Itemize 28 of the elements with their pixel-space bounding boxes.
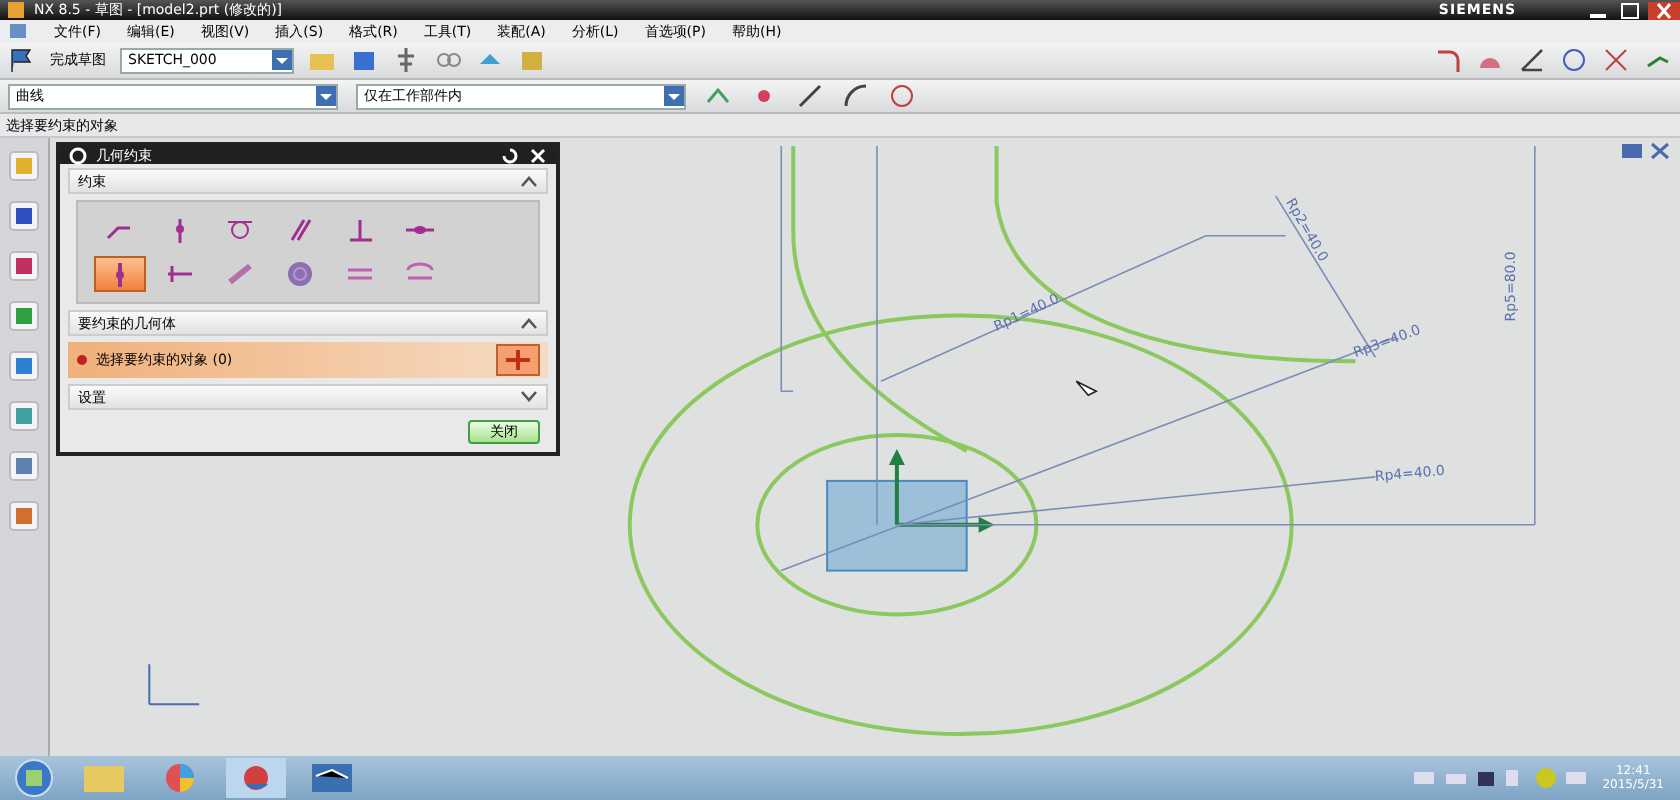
select-object-button[interactable] [496,344,540,376]
close-icon[interactable] [1648,1,1680,19]
datum-plane [826,479,968,572]
dropdown-icon[interactable] [664,86,684,106]
vertical-constraint-button[interactable] [94,256,146,292]
gear-icon [68,145,88,165]
axis-triad [888,449,995,533]
trim-icon[interactable] [1602,46,1630,74]
concentric-icon [282,258,318,290]
line-icon[interactable] [796,82,824,110]
reset-icon[interactable] [500,145,520,165]
dropdown-icon[interactable] [272,50,292,70]
collapse-icon[interactable] [520,316,538,330]
point-on-curve-icon [174,217,186,243]
circle-icon[interactable] [888,82,916,110]
collinear-icon [222,258,258,290]
collapse-icon[interactable] [520,174,538,188]
maximize-icon[interactable] [1616,1,1644,19]
window-restore-icon[interactable] [1620,142,1644,160]
axis-indicator-icon [148,663,201,706]
fillet-icon[interactable] [1434,46,1462,74]
vertical-icon [114,261,126,287]
crosshair-icon [504,348,532,372]
dropdown-icon[interactable] [316,86,336,106]
arc-icon[interactable] [842,82,870,110]
flag-icon[interactable] [8,46,36,74]
expand-icon[interactable] [520,390,538,404]
mouse-cursor-icon [1075,380,1099,397]
